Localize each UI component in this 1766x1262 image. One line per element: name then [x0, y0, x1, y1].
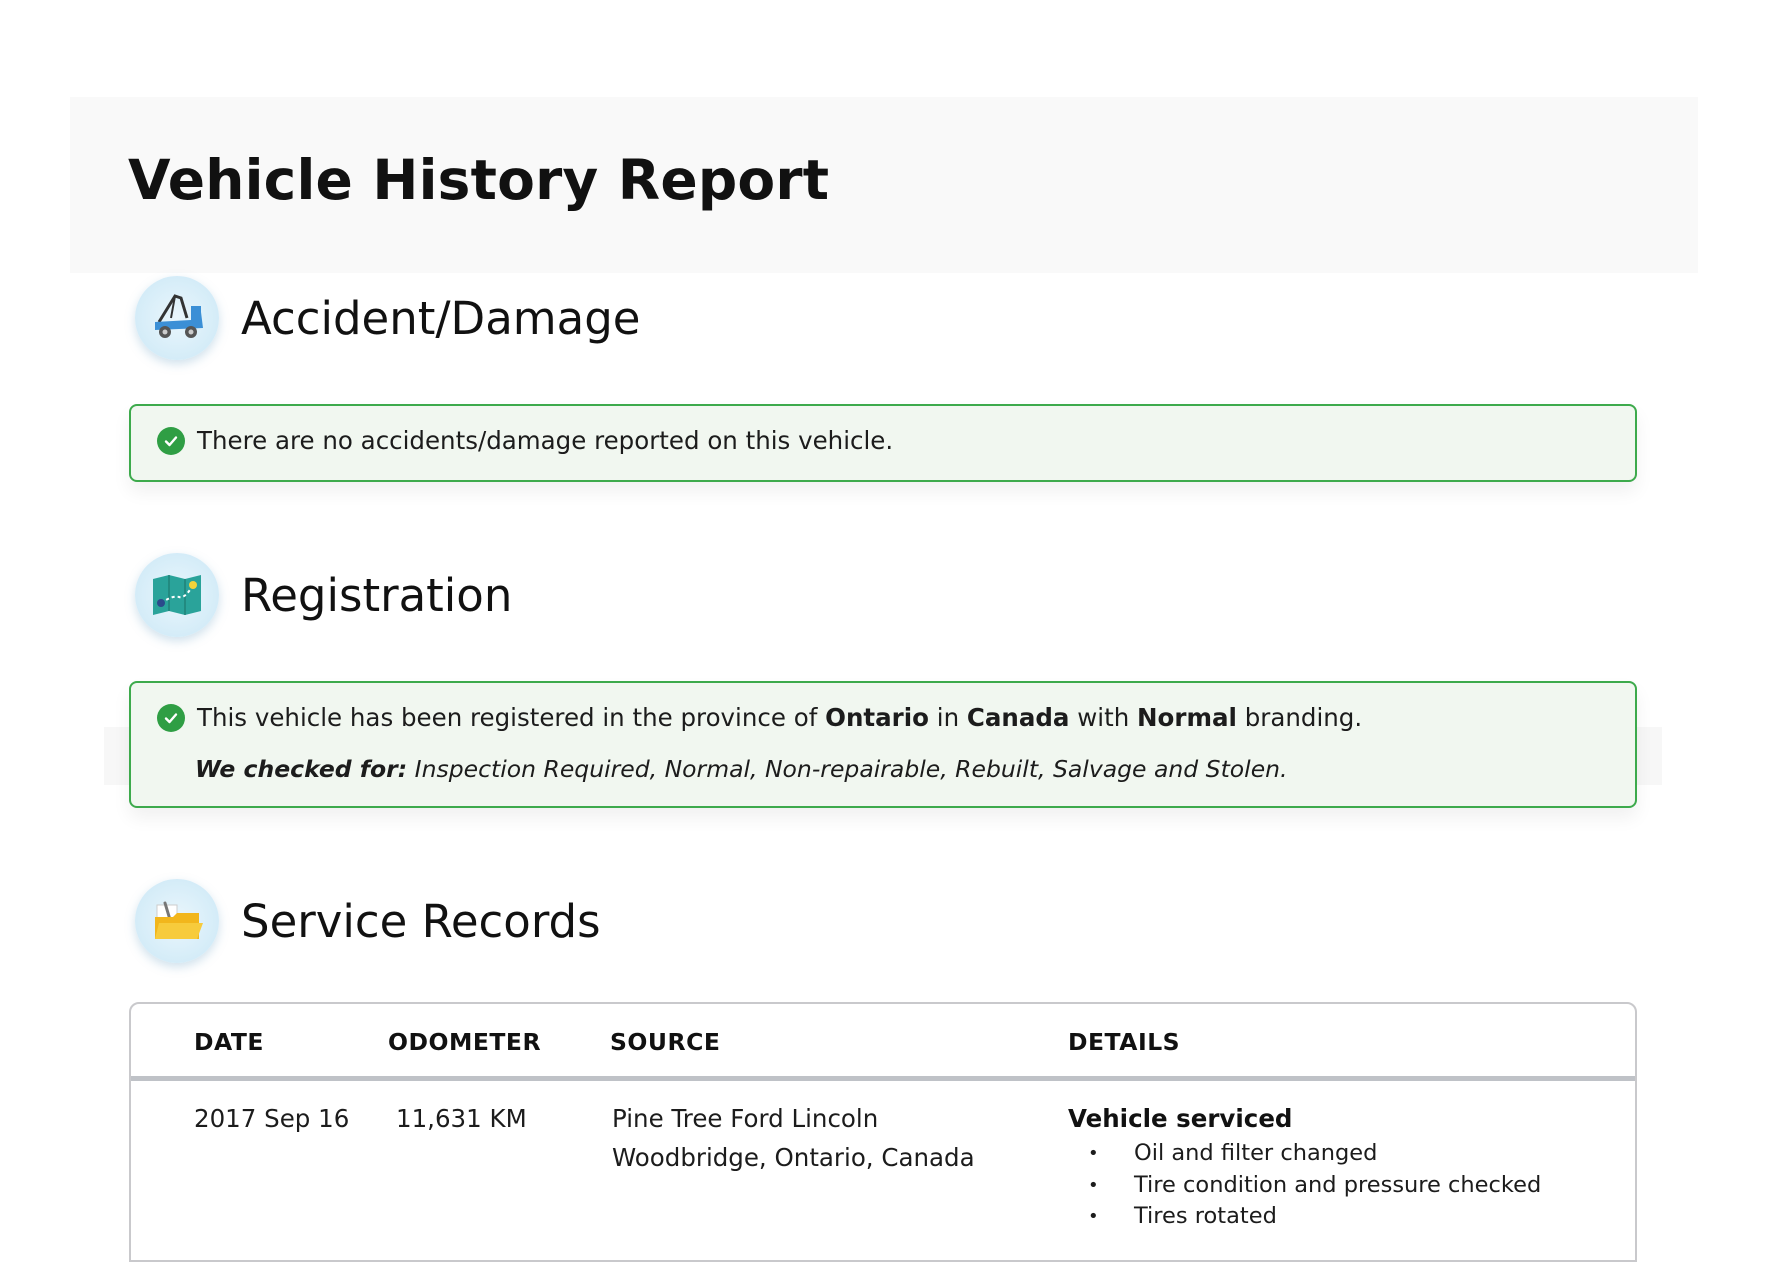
page-title: Vehicle History Report: [128, 148, 830, 212]
row-odometer: 11,631 KM: [396, 1104, 527, 1133]
check-circle-icon: [157, 426, 185, 455]
registration-status-line: This vehicle has been registered in the …: [157, 703, 1362, 732]
accident-section-header: Accident/Damage: [135, 273, 640, 363]
list-item: • Tire condition and pressure checked: [1088, 1171, 1542, 1198]
registration-status-text: This vehicle has been registered in the …: [197, 703, 1363, 732]
column-header-source: SOURCE: [610, 1028, 721, 1056]
checked-for-list: Inspection Required, Normal, Non-repaira…: [414, 755, 1288, 783]
list-item: • Oil and filter changed: [1088, 1140, 1378, 1166]
tow-truck-icon: [135, 276, 219, 360]
registration-section-header: Registration: [135, 550, 512, 640]
list-item: • Tires rotated: [1088, 1203, 1277, 1229]
checked-for-line: We checked for: Inspection Required, Nor…: [195, 755, 1288, 783]
folder-wrench-icon: [135, 879, 219, 963]
row-date: 2017 Sep 16: [194, 1104, 350, 1133]
row-details-title: Vehicle serviced: [1068, 1104, 1293, 1133]
registration-branding: Normal: [1137, 703, 1237, 732]
check-circle-icon: [157, 703, 185, 732]
service-records-table: DATE ODOMETER SOURCE DETAILS 2017 Sep 16…: [129, 1002, 1637, 1262]
registration-section-title: Registration: [241, 568, 513, 622]
row-details-list: • Oil and filter changed • Tire condition …: [1068, 1138, 1541, 1233]
accident-status-text: There are no accidents/damage reported o…: [197, 426, 894, 455]
service-section-title: Service Records: [241, 894, 601, 948]
service-section-header: Service Records: [135, 876, 601, 966]
column-header-odometer: ODOMETER: [388, 1028, 542, 1056]
accident-status-alert: There are no accidents/damage reported o…: [129, 404, 1637, 482]
accident-status-line: There are no accidents/damage reported o…: [157, 426, 893, 455]
table-header-divider: [131, 1076, 1635, 1081]
accident-section-title: Accident/Damage: [241, 291, 641, 345]
checked-for-label: We checked for:: [195, 755, 408, 783]
column-header-date: DATE: [194, 1028, 264, 1056]
registration-province: Ontario: [825, 703, 929, 732]
map-route-icon: [135, 553, 219, 637]
row-source-location: Woodbridge, Ontario, Canada: [612, 1143, 975, 1172]
column-header-details: DETAILS: [1068, 1028, 1181, 1056]
row-source-name: Pine Tree Ford Lincoln: [612, 1104, 879, 1133]
registration-country: Canada: [966, 703, 1070, 732]
registration-status-alert: This vehicle has been registered in the …: [129, 681, 1637, 808]
